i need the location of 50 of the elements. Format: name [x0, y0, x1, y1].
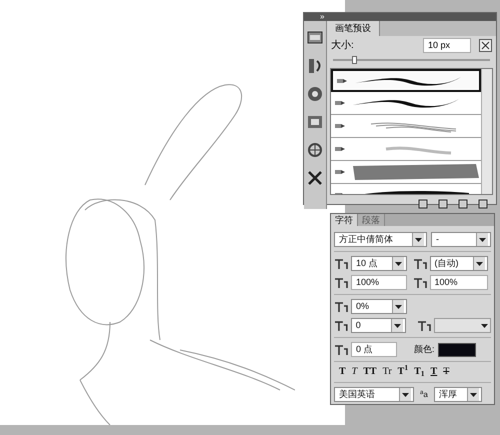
dropdown-arrow-icon — [481, 324, 488, 328]
panel-icon[interactable] — [306, 141, 324, 159]
text-style-button[interactable]: T — [339, 366, 346, 378]
antialias-select[interactable]: 浑厚 — [434, 387, 482, 402]
panel-tab[interactable]: 画笔预设 — [327, 21, 380, 36]
baseline-shift-field[interactable]: 0 点 — [351, 342, 397, 357]
text-style-button[interactable]: T — [352, 366, 358, 378]
tsume-select[interactable]: 0% — [351, 299, 407, 314]
text-style-button[interactable]: T$^{1}$ — [398, 366, 408, 378]
dropdown-arrow-icon — [415, 238, 422, 242]
tracking-select[interactable] — [434, 318, 491, 333]
dropdown-arrow-icon — [395, 262, 402, 266]
brush-tip-icon — [335, 146, 345, 152]
brush-tip-icon — [335, 169, 345, 175]
scrollbar[interactable] — [481, 69, 492, 194]
brush-tip-icon — [335, 123, 345, 129]
text-style-button[interactable]: T$_{1}$ — [414, 366, 425, 378]
dropdown-arrow-icon — [479, 238, 486, 242]
text-style-button[interactable]: Tr — [382, 366, 392, 378]
font-style-select[interactable]: - — [431, 232, 491, 247]
color-label: 颜色: — [414, 342, 435, 356]
vertical-scale-field[interactable]: 100% — [351, 275, 407, 290]
font-size-select[interactable]: 10 点 — [351, 256, 407, 271]
font-family-select[interactable]: 方正中倩简体 — [334, 232, 427, 247]
brush-stroke-icon — [351, 163, 481, 181]
dropdown-arrow-icon — [470, 392, 477, 396]
leading-select[interactable]: (自动) — [430, 256, 488, 271]
antialias-label: $^{a}$a — [420, 388, 428, 400]
brush-tip-icon — [335, 100, 345, 106]
dropdown-arrow-icon — [395, 304, 402, 308]
size-field[interactable]: 10 px — [423, 38, 471, 53]
text-style-button[interactable]: T — [430, 366, 438, 378]
kerning-select[interactable]: 0 — [350, 318, 406, 333]
panel-tab[interactable]: 段落 — [358, 214, 385, 226]
panel-icon[interactable] — [306, 85, 324, 103]
brush-preset[interactable] — [331, 69, 481, 92]
dropdown-arrow-icon — [394, 324, 401, 328]
text-style-button[interactable]: T — [443, 366, 450, 378]
horizontal-scale-field[interactable]: 100% — [430, 275, 488, 290]
collapse-button[interactable]: » — [320, 13, 324, 21]
color-swatch[interactable] — [438, 342, 476, 356]
size-slider[interactable] — [333, 56, 490, 64]
text-style-button[interactable]: TT — [363, 366, 377, 378]
language-select[interactable]: 美国英语 — [334, 387, 414, 402]
size-label: 大小: — [331, 38, 354, 53]
dropdown-arrow-icon — [402, 392, 409, 396]
panel-tab[interactable]: 字符 — [331, 214, 358, 226]
panel-icon[interactable] — [306, 113, 324, 131]
brush-tip-icon — [337, 78, 347, 84]
dropdown-arrow-icon — [476, 262, 482, 266]
